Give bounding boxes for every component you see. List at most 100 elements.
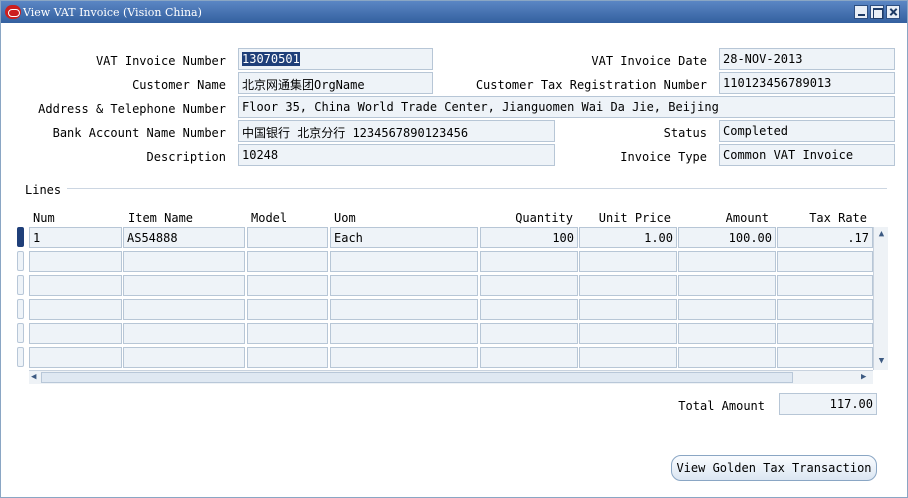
column-header-model: Model	[251, 211, 288, 225]
status-field[interactable]: Completed	[719, 120, 895, 142]
cell-uom[interactable]	[330, 299, 478, 320]
cell-uom[interactable]	[330, 275, 478, 296]
vat-invoice-number-field[interactable]: 13070501	[238, 48, 433, 70]
cell-amount[interactable]	[678, 347, 776, 368]
scroll-up-icon[interactable]: ▲	[876, 229, 887, 240]
cell-uom[interactable]: Each	[330, 227, 478, 248]
column-header-item-name: Item Name	[128, 211, 194, 225]
title-bar: View VAT Invoice (Vision China)	[1, 1, 907, 23]
horizontal-scrollbar[interactable]: ◀ ▶	[29, 370, 873, 384]
total-amount-label: Total Amount	[678, 399, 765, 413]
minimize-icon[interactable]	[854, 5, 868, 19]
oracle-app-icon	[5, 5, 21, 19]
vat-invoice-number-label: VAT Invoice Number	[95, 54, 226, 68]
cell-quantity[interactable]	[480, 323, 578, 344]
bank-account-field[interactable]: 中国银行 北京分行 1234567890123456	[238, 120, 555, 142]
cell-quantity[interactable]	[480, 275, 578, 296]
cell-unit-price[interactable]	[579, 347, 677, 368]
close-icon[interactable]	[886, 5, 900, 19]
cell-tax-rate[interactable]	[777, 323, 873, 344]
cell-unit-price[interactable]: 1.00	[579, 227, 677, 248]
row-indicator[interactable]	[17, 275, 24, 295]
cell-num[interactable]	[29, 299, 122, 320]
customer-tax-reg-field[interactable]: 110123456789013	[719, 72, 895, 94]
cell-model[interactable]	[247, 323, 328, 344]
cell-quantity[interactable]	[480, 251, 578, 272]
row-indicator[interactable]	[17, 227, 24, 247]
cell-num[interactable]: 1	[29, 227, 122, 248]
cell-item-name[interactable]	[123, 251, 245, 272]
cell-unit-price[interactable]	[579, 275, 677, 296]
cell-model[interactable]	[247, 227, 328, 248]
cell-amount[interactable]	[678, 323, 776, 344]
cell-unit-price[interactable]	[579, 299, 677, 320]
row-indicator[interactable]	[17, 323, 24, 343]
description-label: Description	[146, 150, 226, 164]
row-indicator[interactable]	[17, 299, 24, 319]
bank-account-label: Bank Account Name Number	[52, 126, 226, 140]
cell-item-name[interactable]	[123, 323, 245, 344]
address-label: Address & Telephone Number	[38, 102, 226, 116]
maximize-icon[interactable]	[870, 5, 884, 19]
customer-name-field[interactable]: 北京网通集团OrgName	[238, 72, 433, 94]
vat-invoice-date-label: VAT Invoice Date	[591, 54, 707, 68]
cell-tax-rate[interactable]	[777, 347, 873, 368]
cell-amount[interactable]: 100.00	[678, 227, 776, 248]
column-header-amount: Amount	[725, 211, 769, 225]
cell-uom[interactable]	[330, 347, 478, 368]
cell-quantity[interactable]	[480, 347, 578, 368]
column-header-quantity: Quantity	[515, 211, 573, 225]
cell-amount[interactable]	[678, 275, 776, 296]
vat-invoice-date-field[interactable]: 28-NOV-2013	[719, 48, 895, 70]
cell-num[interactable]	[29, 251, 122, 272]
cell-unit-price[interactable]	[579, 323, 677, 344]
cell-model[interactable]	[247, 347, 328, 368]
address-field[interactable]: Floor 35, China World Trade Center, Jian…	[238, 96, 895, 118]
cell-num[interactable]	[29, 347, 122, 368]
scroll-right-icon[interactable]: ▶	[861, 372, 866, 382]
cell-uom[interactable]	[330, 323, 478, 344]
cell-tax-rate[interactable]	[777, 251, 873, 272]
cell-quantity[interactable]: 100	[480, 227, 578, 248]
cell-amount[interactable]	[678, 299, 776, 320]
column-header-num: Num	[33, 211, 55, 225]
vat-invoice-window: View VAT Invoice (Vision China) VAT Invo…	[0, 0, 908, 498]
cell-tax-rate[interactable]	[777, 299, 873, 320]
cell-model[interactable]	[247, 299, 328, 320]
cell-unit-price[interactable]	[579, 251, 677, 272]
cell-quantity[interactable]	[480, 299, 578, 320]
cell-model[interactable]	[247, 251, 328, 272]
window-title: View VAT Invoice (Vision China)	[23, 6, 202, 19]
cell-uom[interactable]	[330, 251, 478, 272]
cell-num[interactable]	[29, 275, 122, 296]
customer-name-label: Customer Name	[132, 78, 226, 92]
cell-num[interactable]	[29, 323, 122, 344]
cell-item-name[interactable]	[123, 299, 245, 320]
column-header-unit-price: Unit Price	[598, 211, 671, 225]
cell-item-name[interactable]	[123, 347, 245, 368]
invoice-type-label: Invoice Type	[620, 150, 707, 164]
scroll-down-icon[interactable]: ▼	[876, 356, 887, 367]
invoice-type-field[interactable]: Common VAT Invoice	[719, 144, 895, 166]
row-indicator[interactable]	[17, 251, 24, 271]
scroll-left-icon[interactable]: ◀	[31, 372, 36, 382]
cell-model[interactable]	[247, 275, 328, 296]
row-indicator[interactable]	[17, 347, 24, 367]
total-amount-field[interactable]: 117.00	[779, 393, 877, 415]
lines-section-label: Lines	[25, 183, 62, 197]
status-label: Status	[663, 126, 707, 140]
cell-item-name[interactable]: AS54888	[123, 227, 245, 248]
column-header-uom: Uom	[334, 211, 356, 225]
horizontal-scroll-thumb[interactable]	[41, 372, 793, 383]
vertical-scrollbar[interactable]: ▲ ▼	[873, 227, 888, 370]
cell-item-name[interactable]	[123, 275, 245, 296]
vat-invoice-number-value: 13070501	[242, 52, 300, 66]
cell-tax-rate[interactable]	[777, 275, 873, 296]
column-header-tax-rate: Tax Rate	[809, 211, 867, 225]
lines-divider	[67, 188, 887, 189]
customer-tax-reg-label: Customer Tax Registration Number	[475, 78, 707, 92]
cell-amount[interactable]	[678, 251, 776, 272]
cell-tax-rate[interactable]: .17	[777, 227, 873, 248]
view-golden-tax-button[interactable]: View Golden Tax Transaction	[671, 455, 877, 481]
description-field[interactable]: 10248	[238, 144, 555, 166]
